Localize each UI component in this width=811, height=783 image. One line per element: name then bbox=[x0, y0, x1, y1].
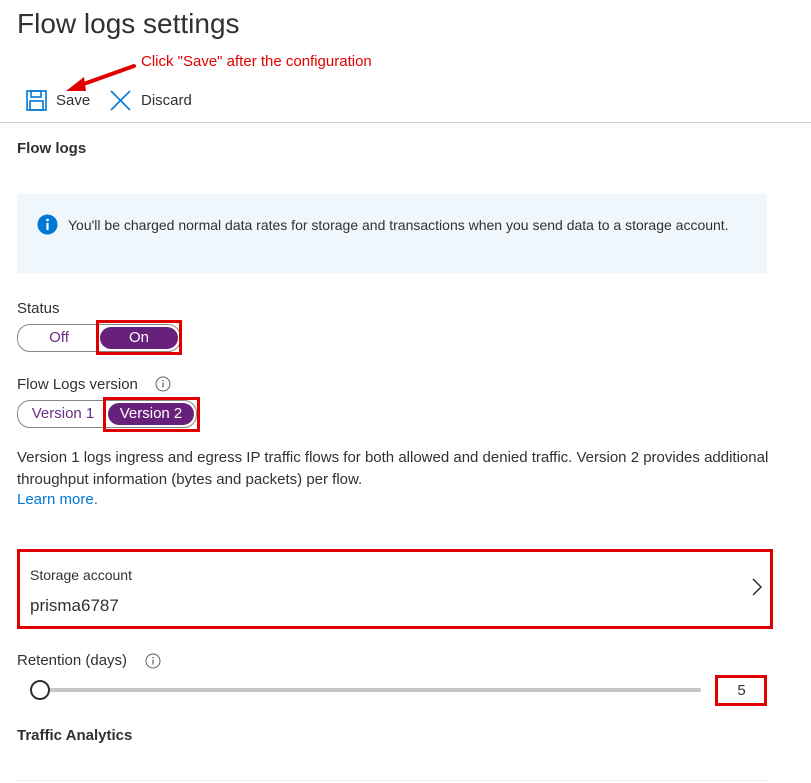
highlight-box-status bbox=[96, 320, 182, 355]
storage-account-label: Storage account bbox=[30, 567, 132, 583]
save-label: Save bbox=[56, 92, 91, 109]
info-circle-icon[interactable] bbox=[155, 376, 171, 397]
info-banner-text: You'll be charged normal data rates for … bbox=[68, 217, 729, 233]
section-title-flow-logs: Flow logs bbox=[17, 140, 87, 157]
close-icon bbox=[110, 90, 131, 111]
info-circle-icon[interactable] bbox=[145, 653, 161, 674]
status-label: Status bbox=[17, 300, 60, 317]
annotation-text: Click "Save" after the configuration bbox=[141, 53, 372, 70]
retention-label: Retention (days) bbox=[17, 652, 128, 669]
page-title: Flow logs settings bbox=[17, 8, 240, 39]
version-description: Version 1 logs ingress and egress IP tra… bbox=[17, 449, 769, 488]
version-label: Flow Logs version bbox=[17, 376, 138, 393]
info-icon bbox=[37, 214, 58, 240]
highlight-box-storage bbox=[17, 549, 773, 629]
retention-slider-track[interactable] bbox=[35, 688, 701, 692]
highlight-box-retention bbox=[715, 675, 767, 706]
learn-more-link[interactable]: Learn more. bbox=[17, 491, 98, 508]
status-off-option[interactable]: Off bbox=[18, 326, 100, 350]
storage-account-value: prisma6787 bbox=[30, 596, 119, 615]
bottom-divider bbox=[17, 780, 767, 781]
save-button[interactable]: Save bbox=[26, 90, 90, 111]
save-icon bbox=[26, 90, 47, 111]
discard-label: Discard bbox=[141, 92, 192, 109]
version-1-option[interactable]: Version 1 bbox=[18, 402, 108, 426]
highlight-box-version bbox=[103, 397, 200, 432]
discard-button[interactable]: Discard bbox=[110, 90, 192, 111]
section-title-traffic-analytics: Traffic Analytics bbox=[17, 727, 133, 744]
toolbar-divider bbox=[0, 122, 811, 123]
retention-slider-thumb[interactable] bbox=[30, 680, 50, 700]
chevron-right-icon bbox=[751, 577, 763, 602]
